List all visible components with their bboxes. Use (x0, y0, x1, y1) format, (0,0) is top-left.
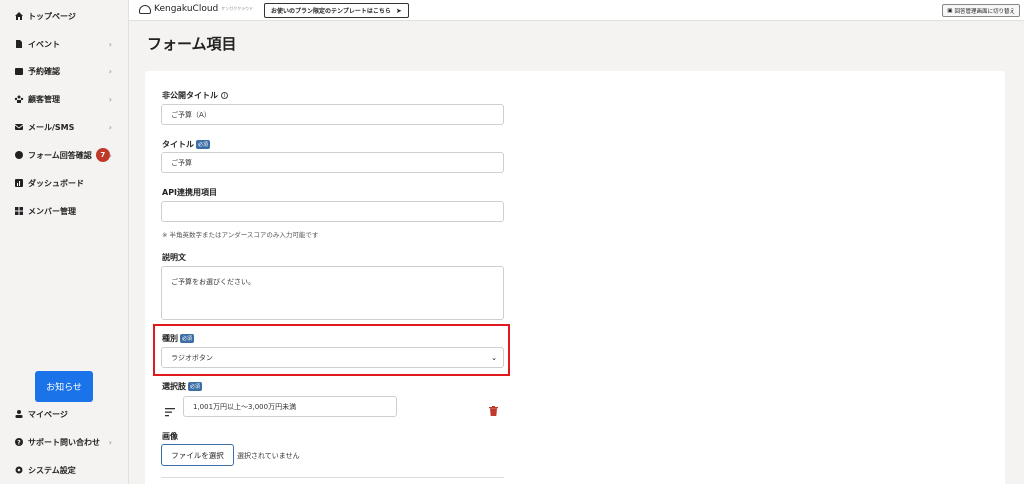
person-icon (14, 409, 24, 419)
svg-text:?: ? (17, 439, 21, 446)
sidebar-item-label: システム設定 (28, 465, 76, 475)
sidebar-item-mail[interactable]: メール/SMS › (14, 118, 122, 136)
sidebar-item-top[interactable]: トップページ (14, 7, 122, 25)
sidebar-item-label: マイページ (28, 409, 68, 419)
title-input[interactable]: ご予算 (161, 152, 504, 173)
cloud-logo-icon (139, 4, 151, 14)
sidebar-item-form-answers[interactable]: フォーム回答確認 7 › (14, 146, 122, 164)
file-select-button[interactable]: ファイルを選択 (161, 444, 234, 466)
switch-view-label: 回答管理画面に切り替え (954, 8, 1015, 15)
sidebar-item-label: ダッシュボード (28, 178, 84, 188)
chevron-right-icon: › (108, 150, 112, 160)
description-label: 説明文 (162, 253, 186, 262)
template-button[interactable]: お使いのプラン限定のテンプレートはこちら ➤ (264, 3, 409, 18)
sidebar: トップページ イベント › 予約確認 › 顧客管理 › メール/SMS › フォ… (0, 0, 129, 484)
api-field-label: API連携用項目 (162, 188, 218, 197)
template-button-label: お使いのプラン限定のテンプレートはこちら (271, 8, 391, 15)
logo-text: KengakuCloud (154, 4, 219, 14)
private-title-label-text: 非公開タイトル (162, 91, 218, 100)
sidebar-item-label: イベント (28, 39, 60, 49)
chevron-right-icon: › (108, 66, 112, 76)
choices-label: 選択肢 必須 (162, 381, 203, 392)
switch-view-button[interactable]: ▣ 回答管理画面に切り替え (942, 4, 1020, 17)
trash-icon[interactable] (489, 401, 498, 416)
file-status: 選択されていません (237, 452, 300, 460)
sidebar-item-label: メンバー管理 (28, 206, 76, 216)
type-select-value: ラジオボタン (171, 353, 213, 362)
gear-icon (14, 465, 24, 475)
switch-icon: ▣ (947, 7, 953, 14)
sidebar-item-mypage[interactable]: マイページ (14, 405, 122, 423)
private-title-input[interactable]: ご予算（A） (161, 104, 504, 125)
mail-icon (14, 122, 24, 132)
logo[interactable]: KengakuCloud ケンガククラウド (139, 4, 253, 14)
chevron-right-icon: › (108, 437, 112, 447)
required-badge: 必須 (196, 140, 211, 149)
help-icon: ? (14, 437, 24, 447)
document-icon (14, 39, 24, 49)
grid-icon (14, 206, 24, 216)
image-label: 画像 (162, 432, 178, 441)
drag-handle-icon[interactable] (165, 402, 175, 417)
choices-label-text: 選択肢 (162, 382, 186, 391)
description-textarea[interactable]: ご予算をお選びください。 (161, 266, 504, 320)
sidebar-item-members[interactable]: メンバー管理 (14, 202, 122, 220)
info-icon[interactable]: i (221, 92, 228, 99)
sidebar-item-label: フォーム回答確認 (28, 150, 92, 160)
calendar-icon (14, 66, 24, 76)
top-header: KengakuCloud ケンガククラウド お使いのプラン限定のテンプレートはこ… (129, 0, 1024, 21)
people-icon (14, 94, 24, 104)
sidebar-item-event[interactable]: イベント › (14, 35, 122, 53)
type-label-text: 種別 (162, 334, 178, 343)
chart-icon (14, 178, 24, 188)
chevron-right-icon: › (108, 94, 112, 104)
type-select[interactable]: ラジオボタン ⌄ (161, 347, 504, 368)
api-field-input[interactable] (161, 201, 504, 222)
divider (161, 477, 504, 478)
page-title: フォーム項目 (147, 35, 237, 53)
sidebar-item-reservation[interactable]: 予約確認 › (14, 62, 122, 80)
sidebar-item-label: メール/SMS (28, 122, 75, 132)
notification-badge: 7 (95, 148, 110, 162)
sidebar-item-label: トップページ (28, 11, 76, 21)
home-icon (14, 11, 24, 21)
private-title-label: 非公開タイトル i (162, 90, 228, 101)
choice-input[interactable]: 1,001万円以上～3,000万円未満 (183, 396, 397, 417)
chat-icon (14, 150, 24, 160)
required-badge: 必須 (188, 382, 203, 391)
required-badge: 必須 (180, 334, 195, 343)
logo-subtext: ケンガククラウド (221, 6, 254, 11)
title-label: タイトル 必須 (162, 139, 211, 150)
notice-button[interactable]: お知らせ (35, 371, 93, 402)
cursor-arrow-icon: ➤ (395, 6, 402, 15)
chevron-down-icon: ⌄ (491, 353, 497, 362)
sidebar-item-settings[interactable]: システム設定 (14, 461, 122, 479)
sidebar-item-label: 顧客管理 (28, 94, 60, 104)
sidebar-item-label: サポート問い合わせ (28, 437, 100, 447)
sidebar-item-customers[interactable]: 顧客管理 › (14, 90, 122, 108)
sidebar-item-label: 予約確認 (28, 66, 60, 76)
sidebar-item-support[interactable]: ? サポート問い合わせ › (14, 433, 122, 451)
sidebar-item-dashboard[interactable]: ダッシュボード (14, 174, 122, 192)
chevron-right-icon: › (108, 39, 112, 49)
title-label-text: タイトル (162, 140, 194, 149)
api-field-hint: ※ 半角英数字またはアンダースコアのみ入力可能です (162, 231, 319, 239)
type-label: 種別 必須 (162, 333, 195, 344)
chevron-right-icon: › (108, 122, 112, 132)
